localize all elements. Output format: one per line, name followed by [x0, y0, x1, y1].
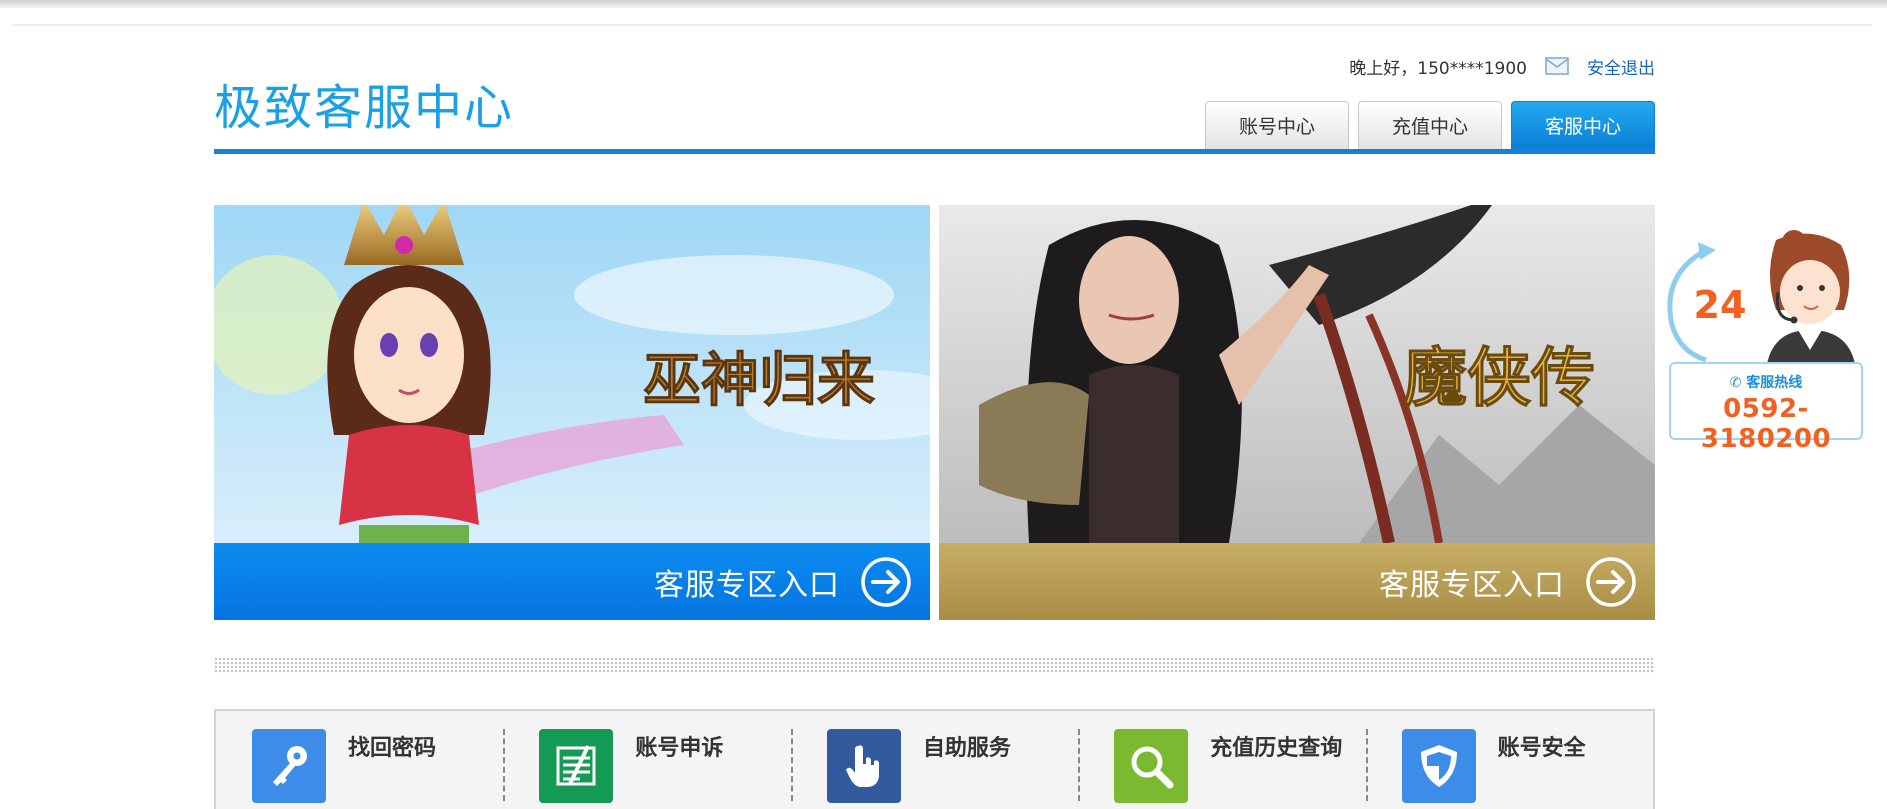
hotline-label: ✆ 客服热线 [1729, 375, 1803, 391]
hotline-label-text: 客服热线 [1746, 375, 1803, 391]
service-find-password[interactable]: 找回密码 [216, 711, 503, 809]
top-divider [12, 24, 1872, 26]
arrow-right-circle-icon [861, 556, 911, 607]
service-account-appeal[interactable]: 账号申诉 [503, 711, 790, 809]
document-icon [539, 729, 614, 803]
hotline-24-badge: 24 [1694, 283, 1747, 327]
top-shadow-bar [0, 0, 1887, 8]
tab-recharge-center[interactable]: 充值中心 [1358, 101, 1502, 149]
logout-link[interactable]: 安全退出 [1587, 54, 1655, 79]
tab-account-center[interactable]: 账号中心 [1205, 101, 1349, 149]
hand-pointer-icon [826, 729, 901, 803]
user-bar: 晚上好，150****1900 安全退出 [1349, 54, 1655, 79]
service-recharge-history[interactable]: 充值历史查询 [1078, 711, 1365, 809]
greeting-text: 晚上好，150****1900 [1349, 58, 1527, 79]
service-bar: 找回密码 账号申诉 自助服务 充值历史查询 账号安全 [214, 709, 1655, 809]
service-label: 账号安全 [1497, 736, 1586, 761]
service-self-help[interactable]: 自助服务 [790, 711, 1078, 809]
nav-tabs: 账号中心 充值中心 客服中心 [1205, 101, 1655, 149]
arrow-right-circle-icon [1586, 556, 1636, 607]
dotted-divider [214, 657, 1655, 673]
game-banner-image: 魔侠传 [939, 205, 1655, 543]
entry-label: 客服专区入口 [1379, 567, 1565, 603]
site-logo[interactable]: 极致客服中心 [214, 68, 514, 138]
service-account-security[interactable]: 账号安全 [1365, 711, 1653, 809]
key-icon [252, 729, 326, 803]
customer-service-agent-illustration: 24 [1667, 230, 1856, 370]
tab-service-center[interactable]: 客服中心 [1511, 101, 1655, 149]
game-title-wushen: 巫神归来 [643, 346, 875, 414]
game-card-moxia[interactable]: 魔侠传 客服专区入口 [939, 205, 1655, 620]
service-entry-button[interactable]: 客服专区入口 [214, 543, 930, 620]
service-label: 自助服务 [922, 736, 1011, 761]
service-label: 找回密码 [348, 736, 437, 761]
nav-underline [214, 149, 1655, 154]
service-label: 充值历史查询 [1210, 736, 1343, 761]
shield-icon [1401, 729, 1476, 803]
magnifier-icon [1114, 729, 1189, 803]
entry-label: 客服专区入口 [654, 567, 840, 603]
service-label: 账号申诉 [635, 736, 724, 761]
hotline-widget[interactable]: 24 ✆ 客服热线 0592-3180200 [1666, 230, 1868, 454]
hotline-number: 0592-3180200 [1700, 394, 1832, 454]
mail-icon[interactable] [1545, 57, 1569, 75]
site-header: 极致客服中心 晚上好，150****1900 安全退出 账号中心 充值中心 客服… [214, 40, 1655, 155]
game-title-moxia: 魔侠传 [1403, 341, 1595, 416]
service-entry-button[interactable]: 客服专区入口 [939, 543, 1655, 620]
game-banner-image: 巫神归来 [214, 205, 930, 543]
hotline-card: ✆ 客服热线 0592-3180200 [1669, 362, 1863, 454]
game-card-wushen[interactable]: 巫神归来 客服专区入口 [214, 205, 930, 620]
